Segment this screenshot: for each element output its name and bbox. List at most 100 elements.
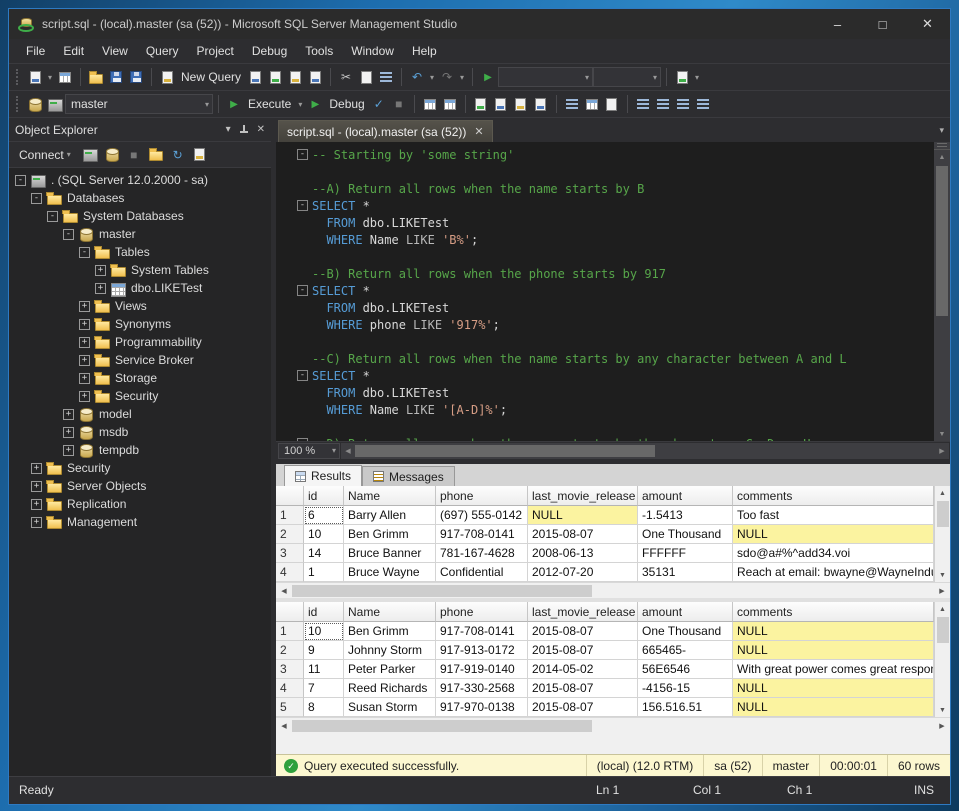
combo-dropdown-icon[interactable]: ▾	[582, 73, 592, 82]
cell[interactable]: 2015-08-07	[528, 525, 638, 544]
sql-code-editor[interactable]: ▲ ▼ --- Starting by 'some string'--A) Re…	[276, 142, 950, 441]
tree-item-server-objects[interactable]: +Server Objects	[9, 477, 271, 495]
row-header[interactable]: 3	[276, 660, 304, 679]
row-header[interactable]: 2	[276, 641, 304, 660]
tree-item-replication[interactable]: +Replication	[9, 495, 271, 513]
grid-vertical-scrollbar[interactable]: ▲ ▼	[934, 486, 950, 582]
object-explorer-header[interactable]: Object Explorer ▾ ✕	[9, 118, 271, 142]
column-header-id[interactable]: id	[304, 602, 344, 622]
toolbar-combo-2[interactable]: ▾	[593, 67, 661, 87]
tree-item-views[interactable]: +Views	[9, 297, 271, 315]
tree-item-management[interactable]: +Management	[9, 513, 271, 531]
code-line-15[interactable]: FROM dbo.LIKETest	[280, 384, 932, 401]
collapse-icon[interactable]: -	[79, 247, 90, 258]
fold-toggle-icon[interactable]: -	[297, 149, 308, 160]
menu-view[interactable]: View	[93, 41, 137, 61]
parse-button[interactable]: ✓	[369, 94, 389, 115]
code-line-16[interactable]: WHERE Name LIKE '[A-D]%';	[280, 401, 932, 418]
menu-query[interactable]: Query	[137, 41, 188, 61]
column-header-phone[interactable]: phone	[436, 486, 528, 506]
collapse-icon[interactable]: -	[31, 193, 42, 204]
collapse-icon[interactable]: -	[47, 211, 58, 222]
expand-icon[interactable]: +	[79, 337, 90, 348]
cell[interactable]: 10	[304, 622, 344, 641]
filter-button[interactable]	[146, 144, 166, 165]
editor-vertical-scrollbar[interactable]: ▲ ▼	[934, 142, 950, 441]
tree-item-security[interactable]: +Security	[9, 387, 271, 405]
expand-icon[interactable]: +	[79, 355, 90, 366]
cell[interactable]: 9	[304, 641, 344, 660]
undo-dropdown-icon[interactable]: ▾	[427, 73, 437, 82]
results-to-text-button[interactable]	[562, 94, 582, 115]
toolbar-overflow-icon[interactable]: ▾	[692, 73, 702, 82]
cell[interactable]: NULL	[733, 622, 934, 641]
scroll-right-icon[interactable]: ▶	[935, 444, 949, 458]
menu-project[interactable]: Project	[188, 41, 243, 61]
tree-item-tables[interactable]: -Tables	[9, 243, 271, 261]
cell[interactable]: 156.516.51	[638, 698, 733, 717]
menu-help[interactable]: Help	[403, 41, 446, 61]
scroll-right-icon[interactable]: ▶	[934, 719, 950, 733]
tree-item-synonyms[interactable]: +Synonyms	[9, 315, 271, 333]
column-header-id[interactable]: id	[304, 486, 344, 506]
expand-icon[interactable]: +	[31, 517, 42, 528]
scroll-thumb[interactable]	[355, 445, 655, 457]
cell[interactable]: Ben Grimm	[344, 622, 436, 641]
grid-horizontal-scrollbar[interactable]: ◀ ▶	[276, 717, 950, 733]
cell[interactable]: FFFFFF	[638, 544, 733, 563]
code-line-2[interactable]	[280, 163, 932, 180]
cell[interactable]: 56E6546	[638, 660, 733, 679]
scroll-down-icon[interactable]: ▼	[939, 568, 946, 582]
tree-item-security[interactable]: +Security	[9, 459, 271, 477]
cell[interactable]: 7	[304, 679, 344, 698]
connect-button[interactable]: Connect ▾	[15, 146, 78, 164]
cell[interactable]: sdo@a#%^add34.voi	[733, 544, 934, 563]
cut-button[interactable]: ✂	[336, 67, 356, 88]
grid-corner[interactable]	[276, 602, 304, 622]
cell[interactable]: -4156-15	[638, 679, 733, 698]
cell[interactable]: 2015-08-07	[528, 641, 638, 660]
toolbar-grip[interactable]	[16, 69, 19, 85]
refresh-button[interactable]: ↻	[168, 144, 188, 165]
tab-results[interactable]: Results	[284, 465, 362, 486]
database-combo-dropdown-icon[interactable]: ▾	[202, 100, 212, 109]
fold-toggle-icon[interactable]: -	[297, 200, 308, 211]
scroll-up-icon[interactable]: ▲	[939, 602, 946, 616]
tree-item-msdb[interactable]: +msdb	[9, 423, 271, 441]
tree-item-sql-server-12-0-2000-sa[interactable]: -. (SQL Server 12.0.2000 - sa)	[9, 171, 271, 189]
new-query-button[interactable]	[157, 67, 177, 88]
column-header-comments[interactable]: comments	[733, 486, 934, 506]
close-button[interactable]: ✕	[905, 9, 950, 39]
column-header-comments[interactable]: comments	[733, 602, 934, 622]
code-line-7[interactable]	[280, 248, 932, 265]
toolbar-combo-1[interactable]: ▾	[498, 67, 593, 87]
expand-icon[interactable]: +	[79, 373, 90, 384]
code-line-9[interactable]: -SELECT *	[280, 282, 932, 299]
cell[interactable]: Bruce Banner	[344, 544, 436, 563]
cell[interactable]: 2012-07-20	[528, 563, 638, 582]
change-connection-button[interactable]	[45, 94, 65, 115]
cell[interactable]: 2008-06-13	[528, 544, 638, 563]
actual-plan-button[interactable]	[511, 94, 531, 115]
copy-button[interactable]	[356, 67, 376, 88]
column-header-last-movie-release[interactable]: last_movie_release	[528, 486, 638, 506]
toolbar-grip[interactable]	[16, 96, 19, 112]
collapse-icon[interactable]: -	[63, 229, 74, 240]
code-line-11[interactable]: WHERE phone LIKE '917%';	[280, 316, 932, 333]
menu-tools[interactable]: Tools	[296, 41, 342, 61]
expand-icon[interactable]: +	[63, 445, 74, 456]
tab-close-icon[interactable]: ✕	[474, 125, 483, 138]
menu-debug[interactable]: Debug	[243, 41, 296, 61]
code-line-8[interactable]: --B) Return all rows when the phone star…	[280, 265, 932, 282]
row-header[interactable]: 2	[276, 525, 304, 544]
collapse-icon[interactable]: -	[15, 175, 26, 186]
cell[interactable]: 8	[304, 698, 344, 717]
cell[interactable]: NULL	[528, 506, 638, 525]
code-line-4[interactable]: -SELECT *	[280, 197, 932, 214]
cell[interactable]: 665465-	[638, 641, 733, 660]
new-query-dropdown-icon[interactable]: ▾	[45, 73, 55, 82]
scroll-right-icon[interactable]: ▶	[934, 584, 950, 598]
minimize-button[interactable]: –	[815, 9, 860, 39]
tree-item-model[interactable]: +model	[9, 405, 271, 423]
connect-query-button[interactable]	[25, 94, 45, 115]
